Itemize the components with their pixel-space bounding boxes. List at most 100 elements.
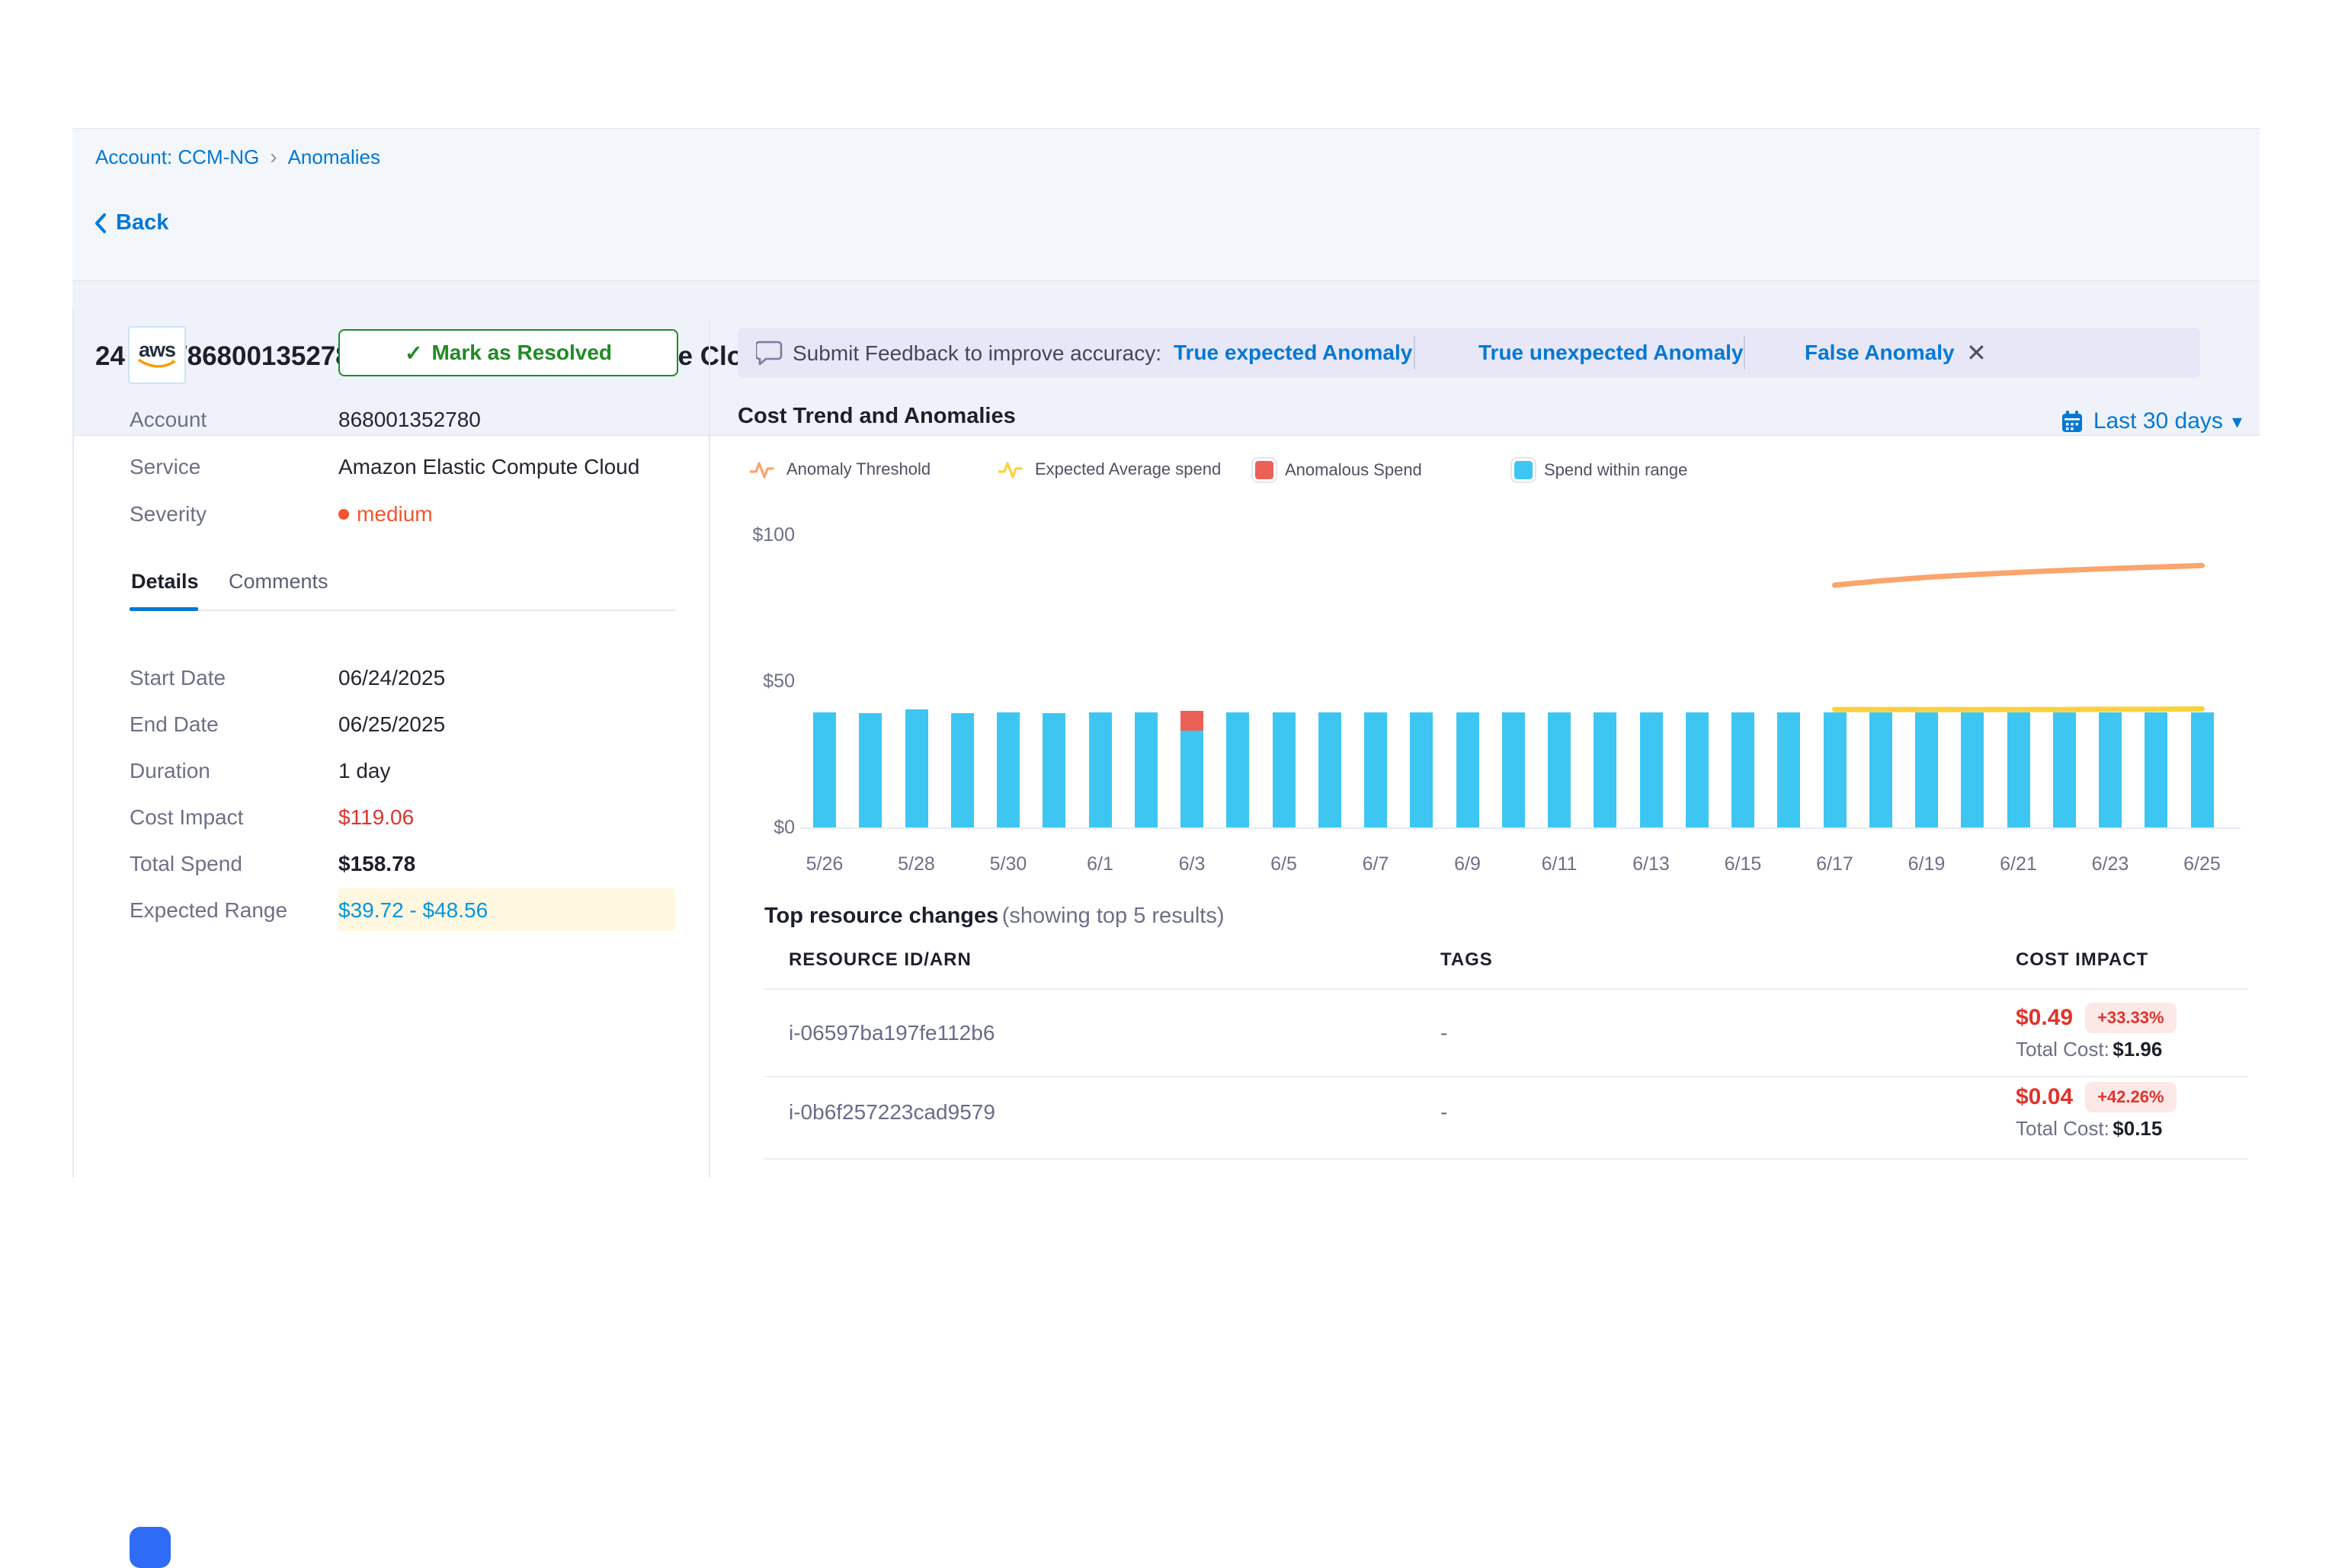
total-cost-value: $0.15 bbox=[2113, 1117, 2162, 1140]
account-label: Account bbox=[130, 408, 338, 432]
feedback-close-icon[interactable]: ✕ bbox=[1966, 338, 1987, 367]
resource-tags: - bbox=[1440, 1021, 1447, 1045]
impact-amount: $0.49 bbox=[2016, 1005, 2073, 1031]
tab-comments-label: Comments bbox=[229, 570, 328, 593]
detail-row-end-date: End Date 06/25/2025 bbox=[130, 712, 675, 738]
severity-value: medium bbox=[338, 502, 433, 526]
detail-row-start-date: Start Date 06/24/2025 bbox=[130, 665, 675, 691]
total-cost-label: Total Cost: bbox=[2016, 1117, 2109, 1140]
pulse-line-yellow-icon bbox=[998, 459, 1026, 480]
feedback-option-false[interactable]: False Anomaly bbox=[1805, 341, 1955, 365]
mark-as-resolved-button[interactable]: ✓ Mark as Resolved bbox=[338, 329, 678, 376]
date-range-label: Last 30 days bbox=[2093, 408, 2223, 434]
col-header-tags: TAGS bbox=[1440, 949, 1493, 971]
aws-provider-logo: aws bbox=[128, 326, 186, 384]
resource-tags: - bbox=[1440, 1100, 1447, 1125]
check-icon: ✓ bbox=[405, 341, 422, 366]
legend-anomaly-threshold: Anomaly Threshold bbox=[750, 459, 931, 480]
feedback-option-true-expected[interactable]: True expected Anomaly bbox=[1174, 341, 1412, 365]
impact-amount: $0.04 bbox=[2016, 1084, 2073, 1110]
legend-label: Anomaly Threshold bbox=[786, 459, 931, 479]
total-cost-label: Total Cost: bbox=[2016, 1038, 2109, 1061]
total-spend-label: Total Spend bbox=[130, 852, 338, 876]
legend-label: Anomalous Spend bbox=[1285, 460, 1422, 480]
duration-value: 1 day bbox=[338, 759, 391, 783]
tab-divider bbox=[130, 610, 675, 611]
end-date-label: End Date bbox=[130, 712, 338, 737]
breadcrumb-account-link[interactable]: Account: CCM-NG bbox=[95, 146, 259, 169]
aws-smile-icon bbox=[137, 359, 177, 370]
tab-comments[interactable]: Comments bbox=[229, 570, 328, 594]
severity-text: medium bbox=[357, 502, 433, 526]
cost-impact-label: Cost Impact bbox=[130, 805, 338, 830]
chart-title: Cost Trend and Anomalies bbox=[738, 404, 1016, 429]
feedback-prompt: Submit Feedback to improve accuracy: bbox=[793, 341, 1161, 366]
summary-row-account: Account 868001352780 bbox=[130, 407, 675, 433]
detail-row-duration: Duration 1 day bbox=[130, 758, 675, 784]
severity-dot-icon bbox=[338, 509, 349, 520]
detail-row-cost-impact: Cost Impact $119.06 bbox=[130, 805, 675, 830]
total-cost-value: $1.96 bbox=[2113, 1038, 2162, 1061]
table-divider bbox=[764, 1158, 2248, 1160]
breadcrumb-anomalies-link[interactable]: Anomalies bbox=[288, 146, 380, 169]
summary-row-severity: Severity medium bbox=[130, 501, 675, 527]
resource-id: i-06597ba197fe112b6 bbox=[789, 1021, 995, 1045]
red-swatch-icon bbox=[1253, 459, 1276, 482]
date-range-picker[interactable]: Last 30 days ▾ bbox=[2052, 408, 2242, 434]
impact-percent-badge: +33.33% bbox=[2085, 1003, 2176, 1033]
severity-label: Severity bbox=[130, 502, 338, 526]
chevron-left-icon bbox=[93, 212, 108, 235]
panel-divider bbox=[709, 318, 710, 1177]
total-spend-value: $158.78 bbox=[338, 852, 415, 876]
calendar-icon bbox=[2060, 409, 2084, 434]
expected-range-label: Expected Range bbox=[130, 898, 338, 923]
chevron-down-icon: ▾ bbox=[2232, 410, 2242, 434]
blue-swatch-icon bbox=[1512, 459, 1535, 482]
account-value: 868001352780 bbox=[338, 408, 481, 432]
pulse-line-orange-icon bbox=[750, 459, 777, 480]
cost-impact-cell: $0.04 +42.26% bbox=[2016, 1082, 2177, 1112]
chart-legend: Anomaly Threshold Expected Average spend… bbox=[738, 459, 2254, 485]
end-date-value: 06/25/2025 bbox=[338, 712, 445, 737]
expected-range-value: $39.72 - $48.56 bbox=[338, 898, 488, 923]
cost-impact-value: $119.06 bbox=[338, 805, 414, 830]
trend-lines-layer bbox=[735, 518, 2256, 914]
legend-anomalous-spend: Anomalous Spend bbox=[1253, 459, 1422, 482]
service-label: Service bbox=[130, 455, 338, 479]
anomaly-threshold-line bbox=[1835, 565, 2202, 585]
impact-percent-badge: +42.26% bbox=[2085, 1082, 2176, 1112]
detail-row-total-spend: Total Spend $158.78 bbox=[130, 851, 675, 877]
total-cost-line: Total Cost: $0.15 bbox=[2016, 1117, 2162, 1141]
chat-bubble-icon bbox=[756, 340, 783, 366]
table-divider bbox=[764, 988, 2248, 990]
tab-details-label: Details bbox=[131, 570, 199, 593]
resolve-button-label: Mark as Resolved bbox=[431, 341, 612, 365]
tab-details[interactable]: Details bbox=[131, 570, 199, 594]
total-cost-line: Total Cost: $1.96 bbox=[2016, 1038, 2162, 1061]
legend-label: Expected Average spend bbox=[1035, 459, 1221, 479]
active-tab-underline bbox=[130, 607, 198, 611]
legend-expected-average: Expected Average spend bbox=[998, 459, 1221, 480]
service-value: Amazon Elastic Compute Cloud bbox=[338, 455, 639, 479]
feedback-divider-2 bbox=[1744, 336, 1745, 370]
resource-id: i-0b6f257223cad9579 bbox=[789, 1100, 995, 1125]
aws-logo-text: aws bbox=[139, 341, 175, 359]
back-button[interactable]: Back bbox=[93, 210, 168, 235]
col-header-cost-impact: COST IMPACT bbox=[2016, 949, 2148, 971]
table-divider bbox=[764, 1076, 2248, 1077]
detail-row-expected-range: Expected Range $39.72 - $48.56 bbox=[130, 898, 675, 923]
feedback-option-true-unexpected[interactable]: True unexpected Anomaly bbox=[1478, 341, 1744, 365]
expected-average-spend-line bbox=[1835, 709, 2202, 710]
cost-impact-cell: $0.49 +33.33% bbox=[2016, 1003, 2177, 1033]
breadcrumb-separator-icon: › bbox=[270, 145, 277, 169]
content-left-border bbox=[72, 309, 74, 1177]
start-date-label: Start Date bbox=[130, 666, 338, 690]
start-date-value: 06/24/2025 bbox=[338, 666, 445, 690]
header-band bbox=[72, 128, 2260, 281]
help-chat-widget[interactable] bbox=[130, 1527, 171, 1568]
legend-spend-within-range: Spend within range bbox=[1512, 459, 1687, 482]
col-header-resource-id: RESOURCE ID/ARN bbox=[789, 949, 972, 971]
breadcrumb: Account: CCM-NG › Anomalies bbox=[95, 145, 380, 169]
summary-row-service: Service Amazon Elastic Compute Cloud bbox=[130, 454, 675, 480]
duration-label: Duration bbox=[130, 759, 338, 783]
